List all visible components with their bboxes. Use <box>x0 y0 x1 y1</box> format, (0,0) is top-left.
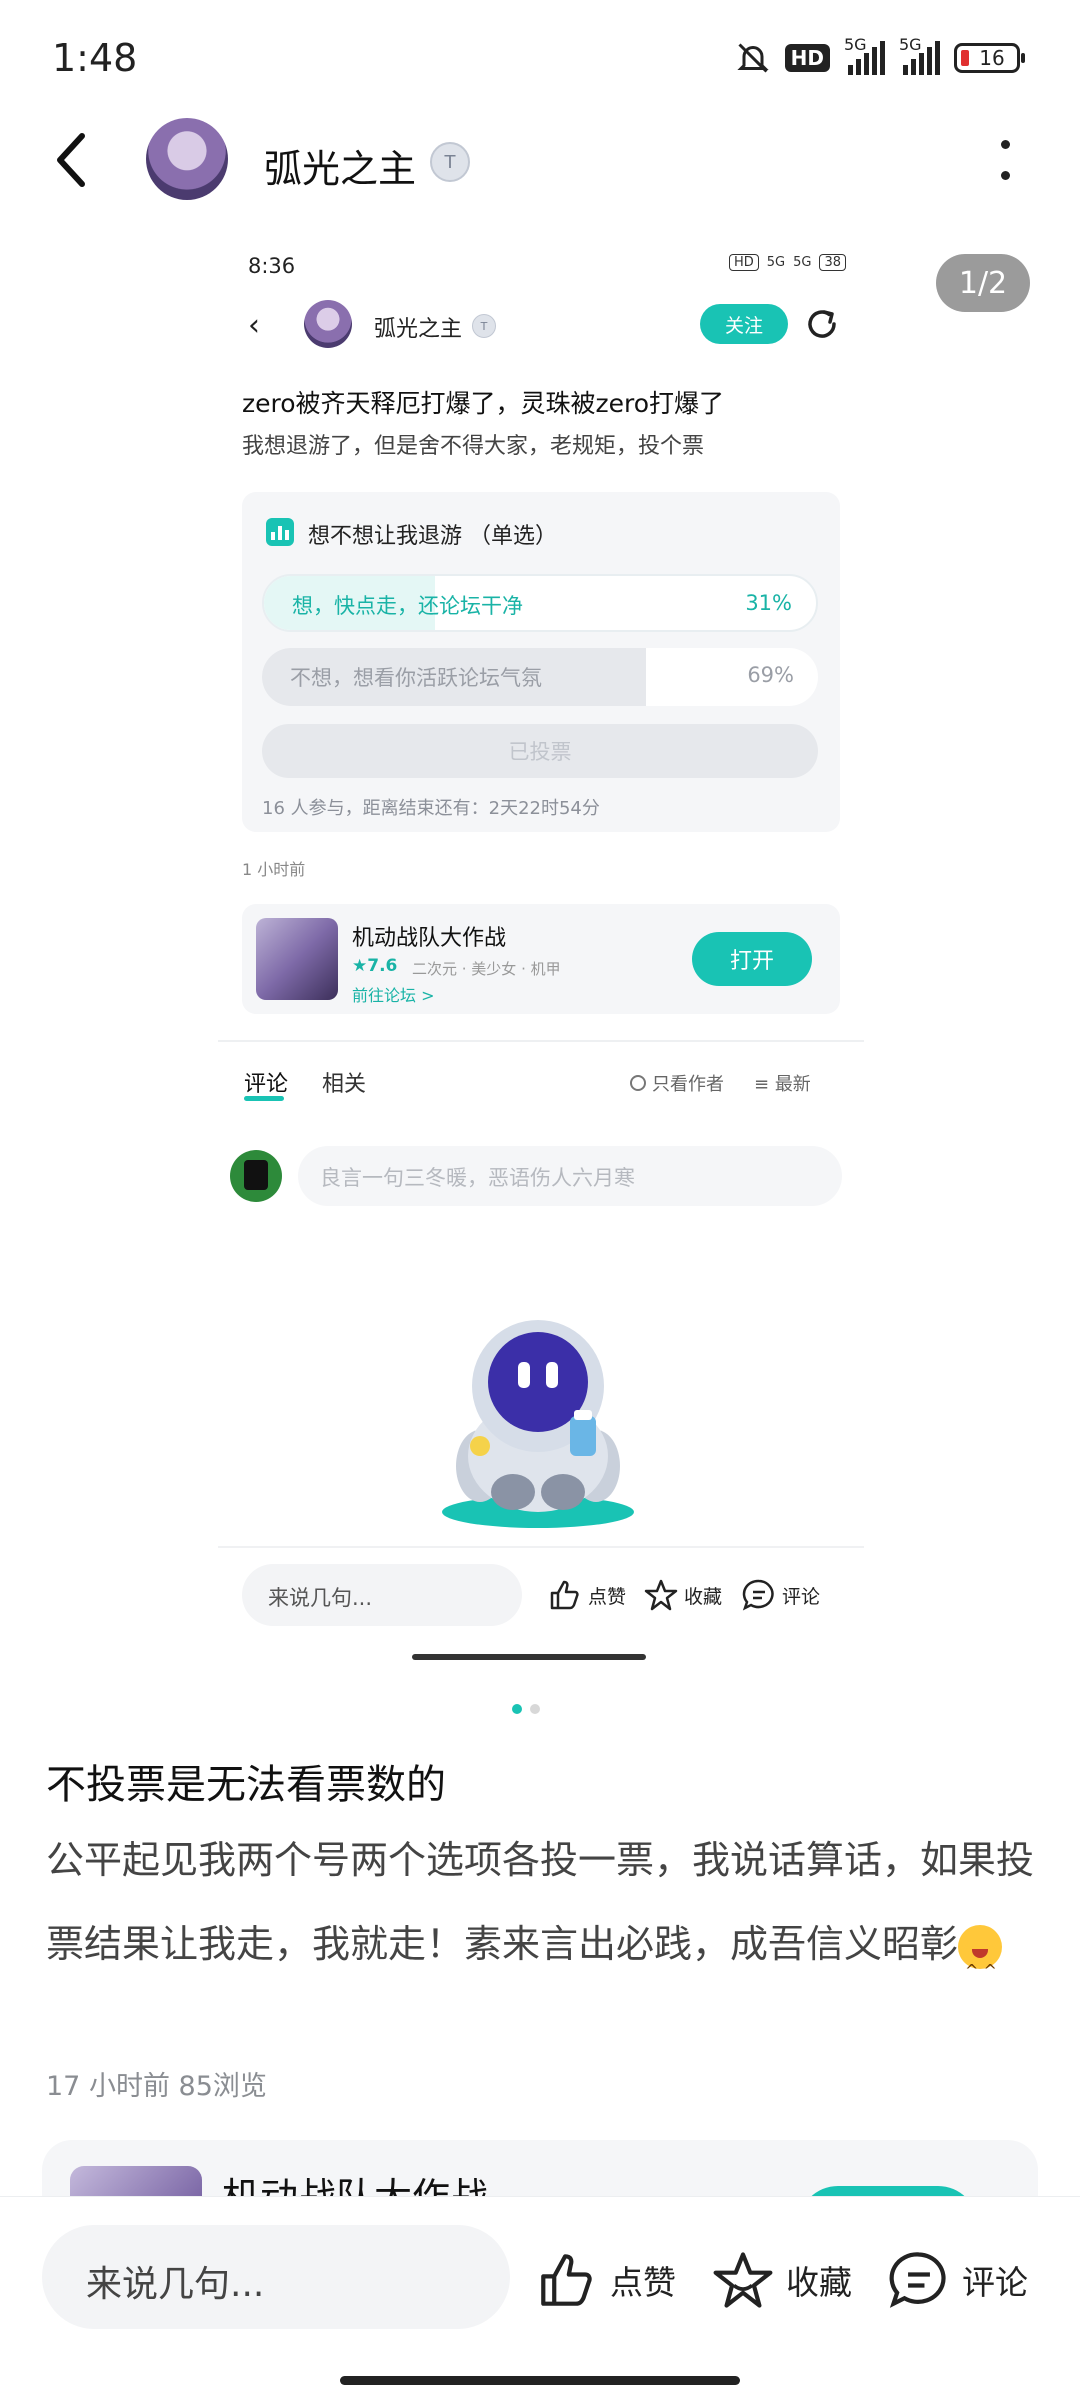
embedded-username: 弧光之主 <box>374 317 463 342</box>
sort-newest: ≡ 最新 <box>754 1074 811 1095</box>
embedded-status-icons: HD 5G 5G 38 <box>728 254 846 271</box>
comment-input[interactable]: 来说几句... <box>42 2225 510 2329</box>
embedded-share-icon <box>808 310 836 338</box>
embedded-comment: 评论 <box>742 1578 820 1612</box>
poll-chart-icon <box>266 518 294 546</box>
comment-icon <box>889 2252 946 2308</box>
embedded-back-icon: ‹ <box>248 308 260 343</box>
star-icon <box>644 1579 678 1611</box>
poll-title: 想不想让我退游 （单选） <box>308 524 557 549</box>
signal-icon-2: 5G <box>899 35 940 75</box>
tab-comments: 评论 <box>244 1072 289 1097</box>
poll-option-2-label: 不想，想看你活跃论坛气氛 <box>290 666 542 690</box>
embedded-collect: 收藏 <box>644 1578 722 1612</box>
status-icons: HD 5G 5G 16 <box>735 35 1025 76</box>
poll-option-2: 不想，想看你活跃论坛气氛 69% <box>262 648 818 706</box>
like-button[interactable]: 点赞 <box>536 2249 676 2311</box>
image-pager-badge: 1/2 <box>936 254 1030 312</box>
tab-underline <box>244 1096 284 1101</box>
radio-icon <box>630 1075 646 1091</box>
mute-bell-icon <box>737 43 769 73</box>
home-indicator <box>340 2376 740 2385</box>
embedded-comment-input: 良言一句三冬暖，恶语伤人六月寒 <box>298 1146 842 1206</box>
embedded-post-heading: zero被齐天释厄打爆了，灵珠被zero打爆了 <box>242 389 725 418</box>
poll-meta: 16 人参与，距离结束还有：2天22时54分 <box>262 798 600 819</box>
more-icon[interactable] <box>998 140 1012 180</box>
post-title: 不投票是无法看票数的 <box>46 1762 446 1808</box>
embedded-time-ago: 1 小时前 <box>242 860 306 879</box>
embedded-divider <box>218 1040 864 1042</box>
embedded-bottom-divider <box>218 1546 864 1548</box>
author-name[interactable]: 弧光之主 <box>264 138 416 193</box>
battery-icon: 16 <box>954 43 1025 73</box>
game-rating: ★7.6 <box>352 956 398 976</box>
author-avatar[interactable] <box>146 118 228 200</box>
status-time: 1:48 <box>52 36 138 80</box>
thumbs-up-icon <box>550 1580 579 1610</box>
poll-option-1: 想，快点走，还论坛干净 31% <box>262 574 818 632</box>
tab-related: 相关 <box>322 1072 367 1097</box>
only-author-toggle: 只看作者 <box>630 1070 724 1096</box>
embedded-level-badge: T <box>472 314 496 338</box>
game-name: 机动战队大作战 <box>352 926 507 951</box>
user-avatar <box>230 1150 282 1202</box>
embedded-post-sub: 我想退游了，但是舍不得大家，老规矩，投个票 <box>242 434 705 459</box>
carousel-dot-active <box>512 1704 522 1714</box>
back-arrow-icon[interactable] <box>52 130 92 190</box>
comment-icon <box>742 1579 774 1611</box>
game-open-button: 打开 <box>692 932 812 986</box>
embedded-avatar <box>304 300 352 348</box>
poll-option-1-percent: 31% <box>745 591 792 615</box>
post-meta: 17 小时前 85浏览 <box>46 2071 267 2102</box>
poll-option-2-percent: 69% <box>747 663 794 687</box>
post-body: 公平起见我两个号两个选项各投一票，我说话算话，如果投票结果让我走，我就走！素来言… <box>46 1818 1036 2013</box>
game-forum-link: 前往论坛 > <box>352 986 435 1005</box>
post-image[interactable]: 8:36 HD 5G 5G 38 ‹ 弧光之主 T 关注 zero被齐天释厄打爆… <box>218 236 864 1666</box>
embedded-home-indicator <box>412 1654 646 1660</box>
robot-mascot-illustration <box>442 1320 634 1528</box>
embedded-like: 点赞 <box>548 1578 626 1612</box>
bottom-action-bar: 来说几句... 点赞 收藏 评论 <box>0 2196 1080 2400</box>
embedded-game-card: 机动战队大作战 ★7.6 二次元 · 美少女 · 机甲 前往论坛 > 打开 <box>242 904 840 1014</box>
smiling-emoji-icon <box>958 1924 1003 2013</box>
carousel-dot-inactive <box>530 1704 540 1714</box>
embedded-bottom-input: 来说几句... <box>242 1564 522 1626</box>
sort-icon: ≡ <box>754 1074 775 1095</box>
game-thumbnail <box>256 918 338 1000</box>
comment-button[interactable]: 评论 <box>888 2249 1028 2311</box>
hd-badge: HD <box>784 44 830 72</box>
voted-button: 已投票 <box>262 724 818 778</box>
embedded-status-time: 8:36 <box>248 254 296 278</box>
game-tags: 二次元 · 美少女 · 机甲 <box>412 960 561 978</box>
signal-icon: 5G <box>844 35 885 75</box>
poll-card: 想不想让我退游 （单选） 想，快点走，还论坛干净 31% 不想，想看你活跃论坛气… <box>242 492 840 832</box>
carousel-dots[interactable] <box>512 1704 540 1714</box>
poll-option-1-label: 想，快点走，还论坛干净 <box>292 594 523 618</box>
level-badge: T <box>430 142 470 182</box>
thumbs-up-icon <box>541 2254 592 2306</box>
embedded-follow-button: 关注 <box>700 304 788 344</box>
star-icon <box>713 2252 773 2308</box>
collect-button[interactable]: 收藏 <box>712 2249 852 2311</box>
